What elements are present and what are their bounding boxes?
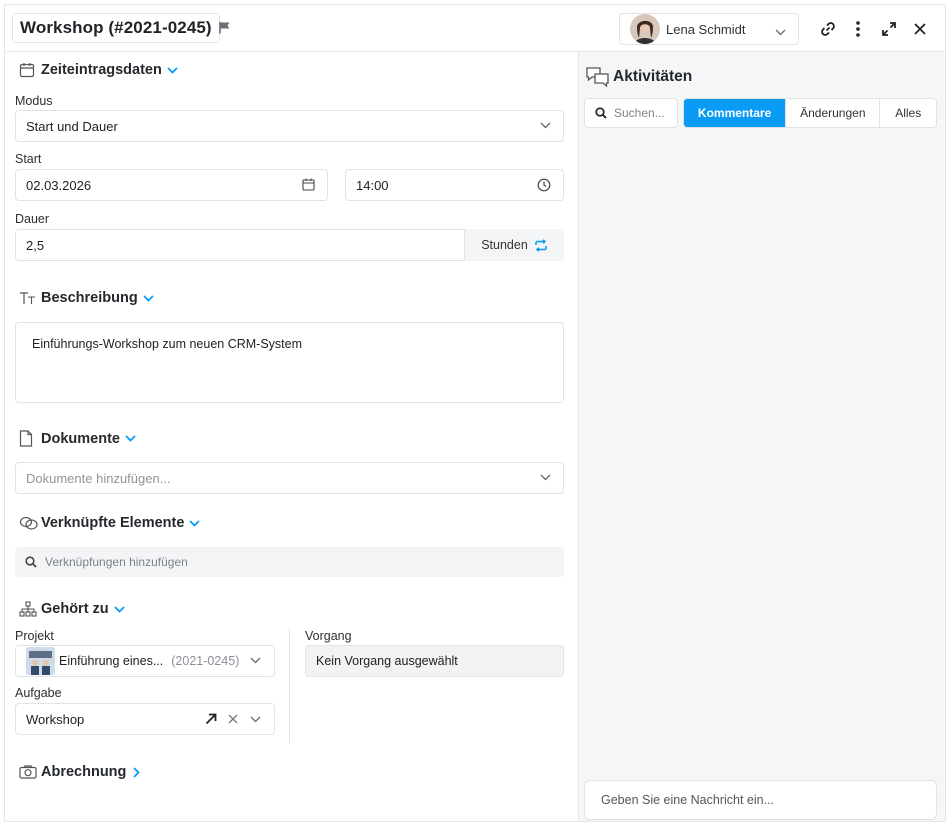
chevron-down-icon (189, 519, 201, 527)
expand-icon[interactable] (879, 19, 899, 39)
avatar (630, 14, 660, 44)
section-description-title: Beschreibung (41, 290, 138, 306)
open-arrow-icon[interactable] (205, 713, 217, 725)
close-icon[interactable] (910, 19, 930, 39)
dialog-title[interactable]: Workshop (#2021-0245) (12, 13, 220, 43)
activities-panel: Aktivitäten Suchen... Kommentare Änderun… (578, 52, 945, 821)
mode-value: Start und Dauer (26, 118, 118, 134)
project-label: Projekt (15, 629, 54, 643)
search-icon (595, 107, 607, 119)
duration-value: 2,5 (26, 237, 45, 253)
search-icon (25, 556, 37, 568)
process-field: Kein Vorgang ausgewählt (305, 645, 564, 677)
start-time-value: 14:00 (356, 177, 389, 193)
section-linked-header[interactable]: Verknüpfte Elemente (19, 515, 201, 531)
activities-header: Aktivitäten (585, 66, 692, 88)
tab-changes[interactable]: Änderungen (785, 99, 879, 127)
documents-select[interactable]: Dokumente hinzufügen... (15, 462, 564, 494)
section-documents-header[interactable]: Dokumente (19, 430, 136, 447)
section-description-header[interactable]: Beschreibung (19, 290, 154, 306)
calendar-icon[interactable] (302, 178, 315, 191)
chevron-down-icon (540, 474, 551, 481)
task-label: Aufgabe (15, 686, 62, 700)
hierarchy-icon (19, 601, 41, 617)
chevron-down-icon (775, 24, 786, 39)
start-time-input[interactable]: 14:00 (345, 169, 564, 201)
document-icon (19, 430, 41, 447)
clock-icon[interactable] (537, 178, 551, 192)
section-linked-title: Verknüpfte Elemente (41, 515, 185, 531)
documents-placeholder: Dokumente hinzufügen... (26, 470, 171, 486)
message-input[interactable]: Geben Sie eine Nachricht ein... (584, 780, 937, 820)
description-textarea[interactable]: Einführungs-Workshop zum neuen CRM-Syste… (15, 322, 564, 403)
clear-icon[interactable] (228, 714, 238, 724)
description-text: Einführungs-Workshop zum neuen CRM-Syste… (32, 337, 303, 351)
activities-title: Aktivitäten (613, 68, 693, 85)
chevron-down-icon (125, 435, 136, 442)
column-divider (289, 629, 290, 743)
duration-unit-toggle[interactable]: Stunden (464, 229, 564, 261)
links-search-input[interactable]: Verknüpfungen hinzufügen (15, 547, 564, 577)
process-label: Vorgang (305, 629, 352, 643)
refresh-icon (534, 238, 548, 252)
process-value: Kein Vorgang ausgewählt (316, 654, 458, 668)
section-time-entry-header[interactable]: Zeiteintragsdaten (19, 62, 178, 78)
chevron-down-icon (540, 122, 551, 129)
project-name: Einführung eines... (59, 654, 164, 668)
chevron-down-icon (250, 716, 261, 723)
start-date-input[interactable]: 02.03.2026 (15, 169, 328, 201)
calendar-icon (19, 62, 41, 78)
mode-select[interactable]: Start und Dauer (15, 110, 564, 142)
start-label: Start (15, 152, 42, 166)
activities-tabs: Kommentare Änderungen Alles (683, 98, 937, 128)
mode-label: Modus (15, 94, 53, 108)
camera-icon (19, 765, 41, 779)
chevron-down-icon (250, 657, 261, 664)
task-select[interactable]: Workshop (15, 703, 275, 735)
task-value: Workshop (26, 711, 85, 727)
section-belongs-to-title: Gehört zu (41, 601, 109, 617)
assignee-name: Lena Schmidt (666, 21, 746, 37)
more-vertical-icon[interactable] (848, 19, 868, 39)
section-belongs-to-header[interactable]: Gehört zu (19, 601, 125, 617)
project-select[interactable]: Einführung eines... (2021-0245) (15, 645, 275, 677)
flag-icon[interactable] (219, 21, 231, 37)
duration-unit-label: Stunden (481, 238, 528, 252)
message-placeholder: Geben Sie eine Nachricht ein... (601, 793, 775, 807)
time-entry-dialog: Workshop (#2021-0245) Lena Schmidt Zeite… (4, 4, 946, 822)
section-time-entry-title: Zeiteintragsdaten (41, 62, 162, 78)
tab-all[interactable]: Alles (879, 99, 936, 127)
activities-search-input[interactable]: Suchen... (584, 98, 678, 128)
text-icon (19, 290, 41, 306)
section-billing-title: Abrechnung (41, 764, 127, 780)
section-documents-title: Dokumente (41, 430, 120, 447)
section-billing-header[interactable]: Abrechnung (19, 764, 141, 780)
activities-search-placeholder: Suchen... (614, 106, 665, 120)
project-thumbnail (26, 647, 55, 675)
links-placeholder: Verknüpfungen hinzufügen (45, 555, 188, 569)
link-icon[interactable] (818, 19, 838, 39)
duration-label: Dauer (15, 212, 50, 226)
form-panel: Zeiteintragsdaten Modus Start und Dauer … (5, 52, 578, 821)
chevron-down-icon (114, 605, 125, 613)
chat-icon (585, 66, 613, 88)
project-number: (2021-0245) (171, 654, 240, 668)
start-date-value: 02.03.2026 (26, 177, 92, 193)
chevron-right-icon (133, 766, 141, 778)
assignee-select[interactable]: Lena Schmidt (619, 13, 799, 45)
link-chain-icon (19, 516, 41, 530)
tab-comments[interactable]: Kommentare (684, 99, 786, 127)
chevron-down-icon (143, 294, 154, 302)
chevron-down-icon (167, 66, 178, 74)
dialog-header: Workshop (#2021-0245) Lena Schmidt (5, 5, 945, 52)
